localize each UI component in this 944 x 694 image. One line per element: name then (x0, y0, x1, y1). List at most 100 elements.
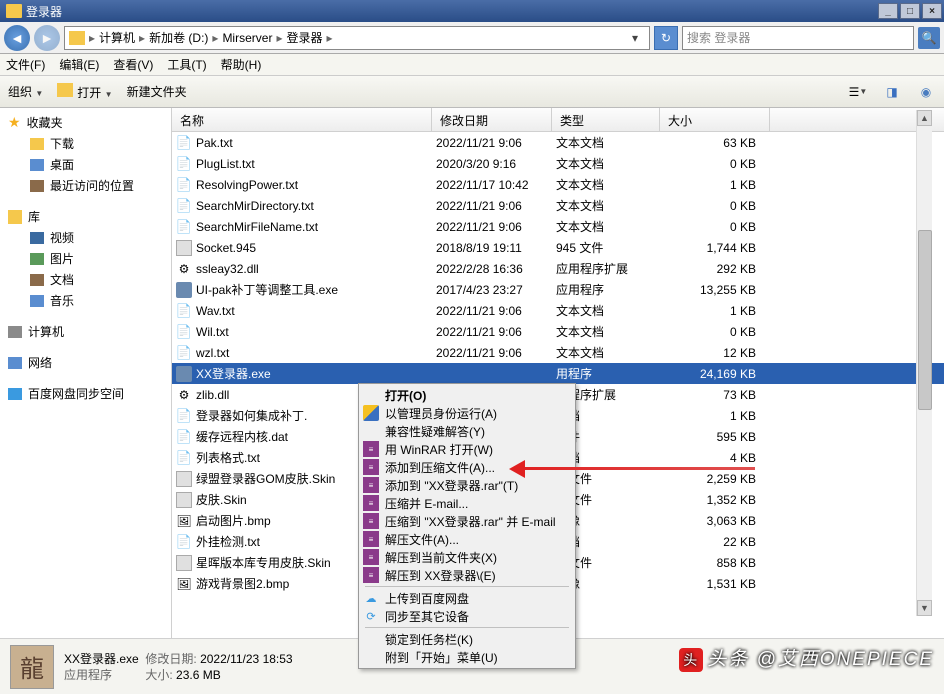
file-icon (176, 303, 192, 319)
file-icon (176, 576, 192, 592)
file-row[interactable]: wzl.txt2022/11/21 9:06文本文档12 KB (172, 342, 944, 363)
file-size: 1,352 KB (664, 493, 764, 507)
file-date: 2022/11/21 9:06 (436, 346, 556, 360)
menu-edit[interactable]: 编辑(E) (59, 56, 99, 73)
file-type: 文本文档 (556, 134, 664, 151)
cm-winrar-open[interactable]: 用 WinRAR 打开(W) (361, 440, 573, 458)
sidebar-music[interactable]: 音乐 (0, 290, 171, 311)
toolbar-organize[interactable]: 组织 ▼ (8, 83, 43, 100)
cm-sync-other[interactable]: 同步至其它设备 (361, 607, 573, 625)
search-placeholder: 搜索 登录器 (687, 29, 909, 46)
cm-compress-rar-email[interactable]: 压缩到 "XX登录器.rar" 并 E-mail (361, 512, 573, 530)
baidu-icon (8, 388, 22, 400)
file-row[interactable]: XX登录器.exe用程序24,169 KB (172, 363, 944, 384)
menu-help[interactable]: 帮助(H) (221, 56, 262, 73)
scroll-down-button[interactable]: ▼ (917, 600, 932, 616)
maximize-button[interactable]: □ (900, 3, 920, 19)
file-name: PlugList.txt (196, 157, 436, 171)
sidebar-recent[interactable]: 最近访问的位置 (0, 175, 171, 196)
sidebar-libraries[interactable]: 库 (0, 206, 171, 227)
file-icon (176, 471, 192, 487)
column-size[interactable]: 大小 (660, 108, 770, 131)
vertical-scrollbar[interactable]: ▲ ▼ (916, 110, 932, 616)
back-button[interactable]: ◄ (4, 25, 30, 51)
breadcrumb-root[interactable]: 计算机 (99, 29, 135, 46)
view-mode-button[interactable]: ☰ ▼ (848, 83, 868, 101)
preview-pane-button[interactable]: ◨ (882, 83, 902, 101)
downloads-icon (30, 138, 44, 150)
file-row[interactable]: Wil.txt2022/11/21 9:06文本文档0 KB (172, 321, 944, 342)
file-row[interactable]: ssleay32.dll2022/2/28 16:36应用程序扩展292 KB (172, 258, 944, 279)
sidebar-documents[interactable]: 文档 (0, 269, 171, 290)
scroll-up-button[interactable]: ▲ (917, 110, 932, 126)
scroll-thumb[interactable] (918, 230, 932, 410)
rar-icon (363, 441, 379, 457)
column-date[interactable]: 修改日期 (432, 108, 552, 131)
sidebar-video[interactable]: 视频 (0, 227, 171, 248)
file-row[interactable]: UI-pak补丁等调整工具.exe2017/4/23 23:27应用程序13,2… (172, 279, 944, 300)
cm-open[interactable]: 打开(O) (361, 386, 573, 404)
refresh-button[interactable]: ↻ (654, 26, 678, 50)
file-type: 应用程序扩展 (556, 260, 664, 277)
network-icon (8, 357, 22, 369)
file-name: Socket.945 (196, 241, 436, 255)
file-icon (176, 429, 192, 445)
sidebar-desktop[interactable]: 桌面 (0, 154, 171, 175)
cm-compress-email[interactable]: 压缩并 E-mail... (361, 494, 573, 512)
cm-extract[interactable]: 解压文件(A)... (361, 530, 573, 548)
file-row[interactable]: Pak.txt2022/11/21 9:06文本文档63 KB (172, 132, 944, 153)
menu-file[interactable]: 文件(F) (6, 56, 45, 73)
toolbar-new-folder[interactable]: 新建文件夹 (127, 83, 187, 100)
cm-add-archive[interactable]: 添加到压缩文件(A)... (361, 458, 573, 476)
sidebar-favorites[interactable]: ★收藏夹 (0, 112, 171, 133)
sidebar-pictures[interactable]: 图片 (0, 248, 171, 269)
close-button[interactable]: × (922, 3, 942, 19)
file-icon (176, 513, 192, 529)
file-size: 1 KB (664, 409, 764, 423)
file-row[interactable]: Socket.9452018/8/19 19:11945 文件1,744 KB (172, 237, 944, 258)
cm-extract-here[interactable]: 解压到当前文件夹(X) (361, 548, 573, 566)
file-row[interactable]: SearchMirDirectory.txt2022/11/21 9:06文本文… (172, 195, 944, 216)
cm-pin-taskbar[interactable]: 锁定到任务栏(K) (361, 630, 573, 648)
menu-tools[interactable]: 工具(T) (167, 56, 206, 73)
column-name[interactable]: 名称 (172, 108, 432, 131)
sidebar-baidu[interactable]: 百度网盘同步空间 (0, 383, 171, 404)
file-row[interactable]: ResolvingPower.txt2022/11/17 10:42文本文档1 … (172, 174, 944, 195)
file-name: XX登录器.exe (196, 365, 436, 382)
document-icon (30, 274, 44, 286)
file-row[interactable]: SearchMirFileName.txt2022/11/21 9:06文本文档… (172, 216, 944, 237)
file-name: UI-pak补丁等调整工具.exe (196, 281, 436, 298)
address-breadcrumb[interactable]: ▸ 计算机 ▸ 新加卷 (D:) ▸ Mirserver ▸ 登录器 ▸ ▾ (64, 26, 650, 50)
breadcrumb-dropdown[interactable]: ▾ (625, 31, 645, 45)
cm-extract-to[interactable]: 解压到 XX登录器\(E) (361, 566, 573, 584)
file-size: 1 KB (664, 304, 764, 318)
sidebar-downloads[interactable]: 下载 (0, 133, 171, 154)
file-icon (176, 282, 192, 298)
cm-troubleshoot[interactable]: 兼容性疑难解答(Y) (361, 422, 573, 440)
file-date: 2018/8/19 19:11 (436, 241, 556, 255)
toolbar: 组织 ▼ 打开 ▼ 新建文件夹 ☰ ▼ ◨ ◉ (0, 76, 944, 108)
sidebar-computer[interactable]: 计算机 (0, 321, 171, 342)
cm-runas[interactable]: 以管理员身份运行(A) (361, 404, 573, 422)
file-icon (176, 324, 192, 340)
file-row[interactable]: Wav.txt2022/11/21 9:06文本文档1 KB (172, 300, 944, 321)
cm-upload-baidu[interactable]: 上传到百度网盘 (361, 589, 573, 607)
forward-button[interactable]: ► (34, 25, 60, 51)
file-size: 0 KB (664, 157, 764, 171)
breadcrumb-drive[interactable]: 新加卷 (D:) (149, 29, 208, 46)
breadcrumb-dir2[interactable]: 登录器 (286, 29, 322, 46)
minimize-button[interactable]: _ (878, 3, 898, 19)
menu-view[interactable]: 查看(V) (113, 56, 153, 73)
cm-add-to-rar[interactable]: 添加到 "XX登录器.rar"(T) (361, 476, 573, 494)
sidebar-network[interactable]: 网络 (0, 352, 171, 373)
column-type[interactable]: 类型 (552, 108, 660, 131)
file-type: 文本文档 (556, 197, 664, 214)
file-row[interactable]: PlugList.txt2020/3/20 9:16文本文档0 KB (172, 153, 944, 174)
search-icon[interactable]: 🔍 (918, 27, 940, 49)
cm-pin-start[interactable]: 附到「开始」菜单(U) (361, 648, 573, 666)
help-icon[interactable]: ◉ (916, 83, 936, 101)
file-icon (176, 156, 192, 172)
breadcrumb-dir1[interactable]: Mirserver (222, 31, 272, 45)
search-input[interactable]: 搜索 登录器 (682, 26, 914, 50)
toolbar-open[interactable]: 打开 ▼ (57, 83, 112, 101)
